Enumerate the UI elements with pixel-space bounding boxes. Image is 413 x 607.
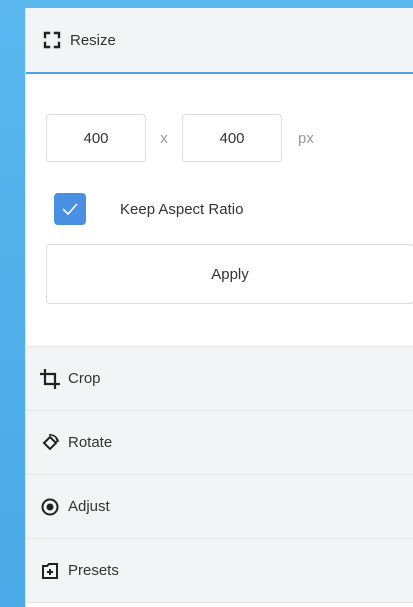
resize-section-body: x px Keep Aspect Ratio Apply: [26, 74, 413, 347]
presets-icon: [40, 561, 60, 581]
keep-aspect-row: Keep Aspect Ratio: [54, 192, 413, 226]
height-input[interactable]: [182, 114, 282, 162]
section-presets[interactable]: Presets: [26, 539, 413, 603]
dimension-separator: x: [160, 129, 168, 147]
keep-aspect-label: Keep Aspect Ratio: [120, 200, 244, 218]
section-presets-label: Presets: [68, 562, 119, 579]
adjust-icon: [40, 497, 60, 517]
section-adjust[interactable]: Adjust: [26, 475, 413, 539]
width-input[interactable]: [46, 114, 146, 162]
crop-icon: [40, 368, 60, 389]
resize-section-title: Resize: [70, 31, 116, 49]
section-rotate[interactable]: Rotate: [26, 411, 413, 475]
editor-side-panel: Resize x px Keep Aspect Ratio Apply Cro: [25, 8, 413, 607]
resize-section-header[interactable]: Resize: [26, 8, 413, 74]
apply-button[interactable]: Apply: [46, 244, 413, 304]
dimensions-row: x px: [46, 114, 413, 162]
checkmark-icon: [62, 203, 78, 216]
section-crop-label: Crop: [68, 370, 101, 387]
section-adjust-label: Adjust: [68, 498, 110, 515]
unit-label: px: [298, 129, 314, 147]
section-rotate-label: Rotate: [68, 434, 113, 451]
rotate-icon: [40, 433, 60, 453]
keep-aspect-checkbox[interactable]: [54, 193, 86, 225]
section-crop[interactable]: Crop: [26, 347, 413, 411]
resize-icon: [42, 30, 62, 50]
